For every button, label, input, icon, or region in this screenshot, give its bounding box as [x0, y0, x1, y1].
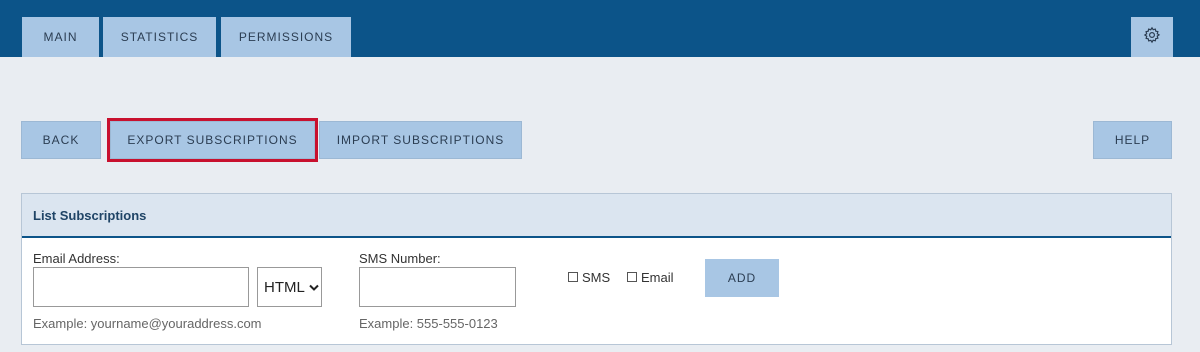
tab-main[interactable]: MAIN: [22, 17, 99, 57]
format-selected-value: HTML: [264, 278, 305, 296]
tab-statistics[interactable]: STATISTICS: [103, 17, 216, 57]
email-hint: Example: yourname@youraddress.com: [33, 316, 262, 331]
gear-icon: [1143, 26, 1161, 49]
list-subscriptions-panel: List Subscriptions Email Address: HTML E…: [21, 193, 1172, 345]
email-checkbox-label: Email: [641, 270, 674, 285]
export-subscriptions-button[interactable]: EXPORT SUBSCRIPTIONS: [107, 118, 318, 162]
email-checkbox[interactable]: [627, 272, 637, 282]
sms-number-label: SMS Number:: [359, 251, 441, 266]
tab-label: MAIN: [43, 30, 78, 44]
email-label: Email Address:: [33, 251, 120, 266]
import-subscriptions-button[interactable]: IMPORT SUBSCRIPTIONS: [319, 121, 522, 159]
add-label: ADD: [727, 271, 757, 285]
sms-checkbox-label: SMS: [582, 270, 611, 285]
settings-button[interactable]: [1131, 17, 1173, 57]
email-field[interactable]: [33, 267, 249, 307]
help-label: HELP: [1114, 133, 1151, 147]
chevron-down-icon: [309, 279, 319, 296]
panel-title: List Subscriptions: [22, 194, 1171, 238]
tab-label: PERMISSIONS: [238, 30, 334, 44]
help-button[interactable]: HELP: [1093, 121, 1172, 159]
import-label: IMPORT SUBSCRIPTIONS: [336, 133, 505, 147]
export-label: EXPORT SUBSCRIPTIONS: [127, 133, 298, 147]
sms-hint: Example: 555-555-0123: [359, 316, 498, 331]
sms-number-field[interactable]: [359, 267, 516, 307]
top-nav-bar: MAIN STATISTICS PERMISSIONS: [0, 0, 1200, 57]
add-button[interactable]: ADD: [705, 259, 779, 297]
tab-label: STATISTICS: [120, 30, 199, 44]
back-label: BACK: [42, 133, 80, 147]
back-button[interactable]: BACK: [21, 121, 101, 159]
sms-checkbox[interactable]: [568, 272, 578, 282]
tab-permissions[interactable]: PERMISSIONS: [221, 17, 351, 57]
format-select[interactable]: HTML: [257, 267, 322, 307]
